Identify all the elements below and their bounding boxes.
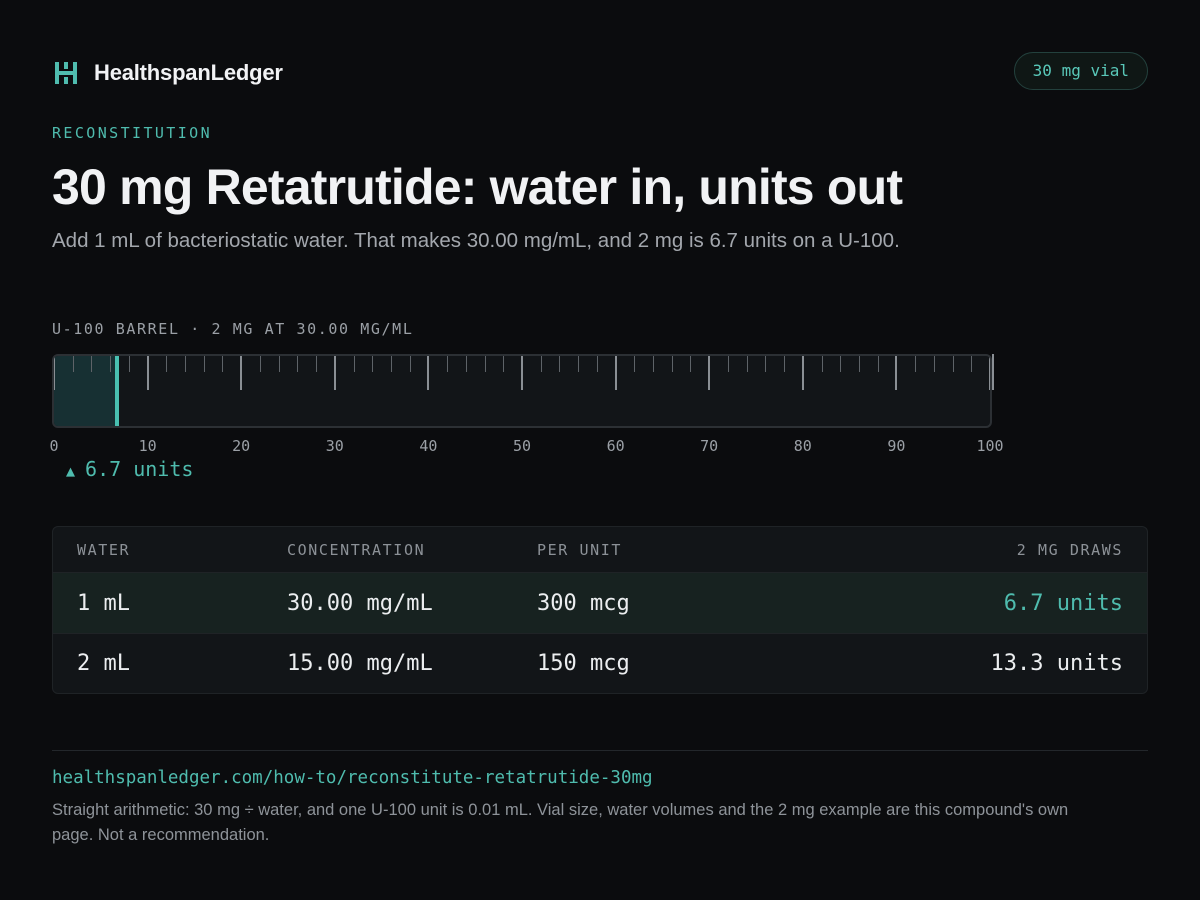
barrel-dose-marker — [114, 356, 119, 426]
syringe-barrel — [52, 354, 992, 428]
barrel-minor-tick — [316, 356, 318, 372]
gauge-scale-label: 30 — [325, 437, 344, 455]
table-cell-concentration: 30.00 mg/mL — [287, 590, 433, 616]
gauge-caption: U-100 BARREL · 2 MG AT 30.00 MG/ML — [52, 320, 414, 338]
table-header-water: WATER — [77, 540, 131, 559]
gauge-reading-label: 6.7 units — [85, 457, 194, 481]
barrel-major-tick — [895, 356, 898, 390]
gauge-scale-label: 100 — [976, 437, 1004, 455]
barrel-minor-tick — [297, 356, 299, 372]
barrel-minor-tick — [278, 356, 280, 372]
table-cell-per-unit: 150 mcg — [537, 651, 630, 676]
table-cell-concentration: 15.00 mg/mL — [287, 651, 433, 676]
gauge-scale-label: 90 — [887, 437, 906, 455]
barrel-major-tick — [333, 356, 336, 390]
table-cell-water: 1 mL — [77, 590, 130, 616]
gauge-scale-label: 50 — [512, 437, 532, 455]
barrel-minor-tick — [72, 356, 74, 372]
barrel-minor-tick — [858, 356, 860, 372]
barrel-minor-tick — [185, 356, 187, 372]
barrel-major-tick — [54, 356, 55, 390]
barrel-major-tick — [427, 356, 430, 390]
footer-disclaimer: Straight arithmetic: 30 mg ÷ water, and … — [52, 801, 1069, 844]
barrel-minor-tick — [128, 356, 130, 372]
table-row: 2 mL 15.00 mg/mL 150 mcg 13.3 units — [53, 633, 1147, 693]
barrel-minor-tick — [578, 356, 580, 372]
table-row: 1 mL 30.00 mg/mL 300 mcg 6.7 units — [53, 573, 1147, 633]
barrel-minor-tick — [746, 356, 748, 372]
gauge-reading: ▲ 6.7 units — [66, 457, 193, 481]
brand[interactable]: HealthspanLedger — [54, 60, 283, 86]
section-eyebrow: RECONSTITUTION — [52, 124, 213, 142]
barrel-minor-tick — [259, 356, 261, 372]
table-cell-per-unit: 300 mcg — [537, 590, 630, 616]
barrel-minor-tick — [877, 356, 879, 372]
barrel-minor-tick — [91, 356, 93, 372]
barrel-minor-tick — [409, 356, 411, 372]
barrel-minor-tick — [110, 356, 112, 372]
hl-monogram-icon — [54, 61, 78, 85]
barrel-minor-tick — [447, 356, 449, 372]
barrel-minor-tick — [727, 356, 729, 372]
barrel-minor-tick — [484, 356, 486, 372]
barrel-minor-tick — [933, 356, 935, 372]
table-cell-water: 2 mL — [77, 651, 130, 676]
dilution-table: WATER CONCENTRATION PER UNIT 2 MG DRAWS … — [52, 526, 1148, 694]
barrel-minor-tick — [390, 356, 392, 372]
table-header-draws: 2 MG DRAWS — [1016, 540, 1123, 559]
vial-size-badge: 30 mg vial — [1013, 52, 1148, 90]
barrel-major-tick — [708, 356, 711, 390]
barrel-minor-tick — [596, 356, 598, 372]
table-header-per-unit: PER UNIT — [537, 540, 623, 559]
barrel-major-tick — [614, 356, 617, 390]
barrel-minor-tick — [690, 356, 692, 372]
barrel-minor-tick — [634, 356, 636, 372]
page-title: 30 mg Retatrutide: water in, units out — [52, 159, 903, 215]
barrel-minor-tick — [465, 356, 467, 372]
barrel-minor-tick — [353, 356, 355, 372]
barrel-end-tick — [992, 354, 994, 390]
barrel-minor-tick — [222, 356, 224, 372]
table-cell-draw: 13.3 units — [990, 651, 1123, 676]
barrel-major-tick — [989, 356, 990, 390]
gauge-scale-label: 70 — [700, 437, 719, 455]
barrel-minor-tick — [952, 356, 954, 372]
barrel-major-tick — [146, 356, 149, 390]
gauge-scale-label: 80 — [793, 437, 812, 455]
barrel-minor-tick — [971, 356, 973, 372]
brand-name: HealthspanLedger — [94, 60, 283, 85]
barrel-minor-tick — [540, 356, 542, 372]
barrel-minor-tick — [671, 356, 673, 372]
barrel-major-tick — [521, 356, 523, 390]
barrel-minor-tick — [503, 356, 505, 372]
barrel-fill — [54, 356, 117, 426]
barrel-minor-tick — [559, 356, 561, 372]
table-cell-draw: 6.7 units — [1003, 590, 1123, 616]
gauge-scale-label: 20 — [232, 437, 251, 455]
barrel-minor-tick — [653, 356, 655, 372]
gauge-scale-label: 10 — [138, 437, 157, 455]
gauge-scale-label: 0 — [49, 437, 59, 455]
barrel-major-tick — [801, 356, 804, 390]
triangle-up-icon: ▲ — [66, 462, 76, 480]
barrel-minor-tick — [372, 356, 374, 372]
barrel-minor-tick — [784, 356, 786, 372]
barrel-minor-tick — [840, 356, 842, 372]
footer-source-link[interactable]: healthspanledger.com/how-to/reconstitute… — [52, 768, 653, 788]
barrel-minor-tick — [166, 356, 168, 372]
barrel-major-tick — [240, 356, 243, 390]
table-header-row: WATER CONCENTRATION PER UNIT 2 MG DRAWS — [53, 527, 1147, 573]
table-header-concentration: CONCENTRATION — [287, 540, 426, 559]
page-subtitle: Add 1 mL of bacteriostatic water. That m… — [52, 229, 900, 252]
gauge-scale-label: 40 — [419, 437, 438, 455]
barrel-minor-tick — [915, 356, 917, 372]
barrel-minor-tick — [203, 356, 205, 372]
gauge-scale-label: 60 — [606, 437, 625, 455]
footer-divider — [52, 750, 1148, 751]
barrel-minor-tick — [765, 356, 767, 372]
barrel-minor-tick — [821, 356, 823, 372]
